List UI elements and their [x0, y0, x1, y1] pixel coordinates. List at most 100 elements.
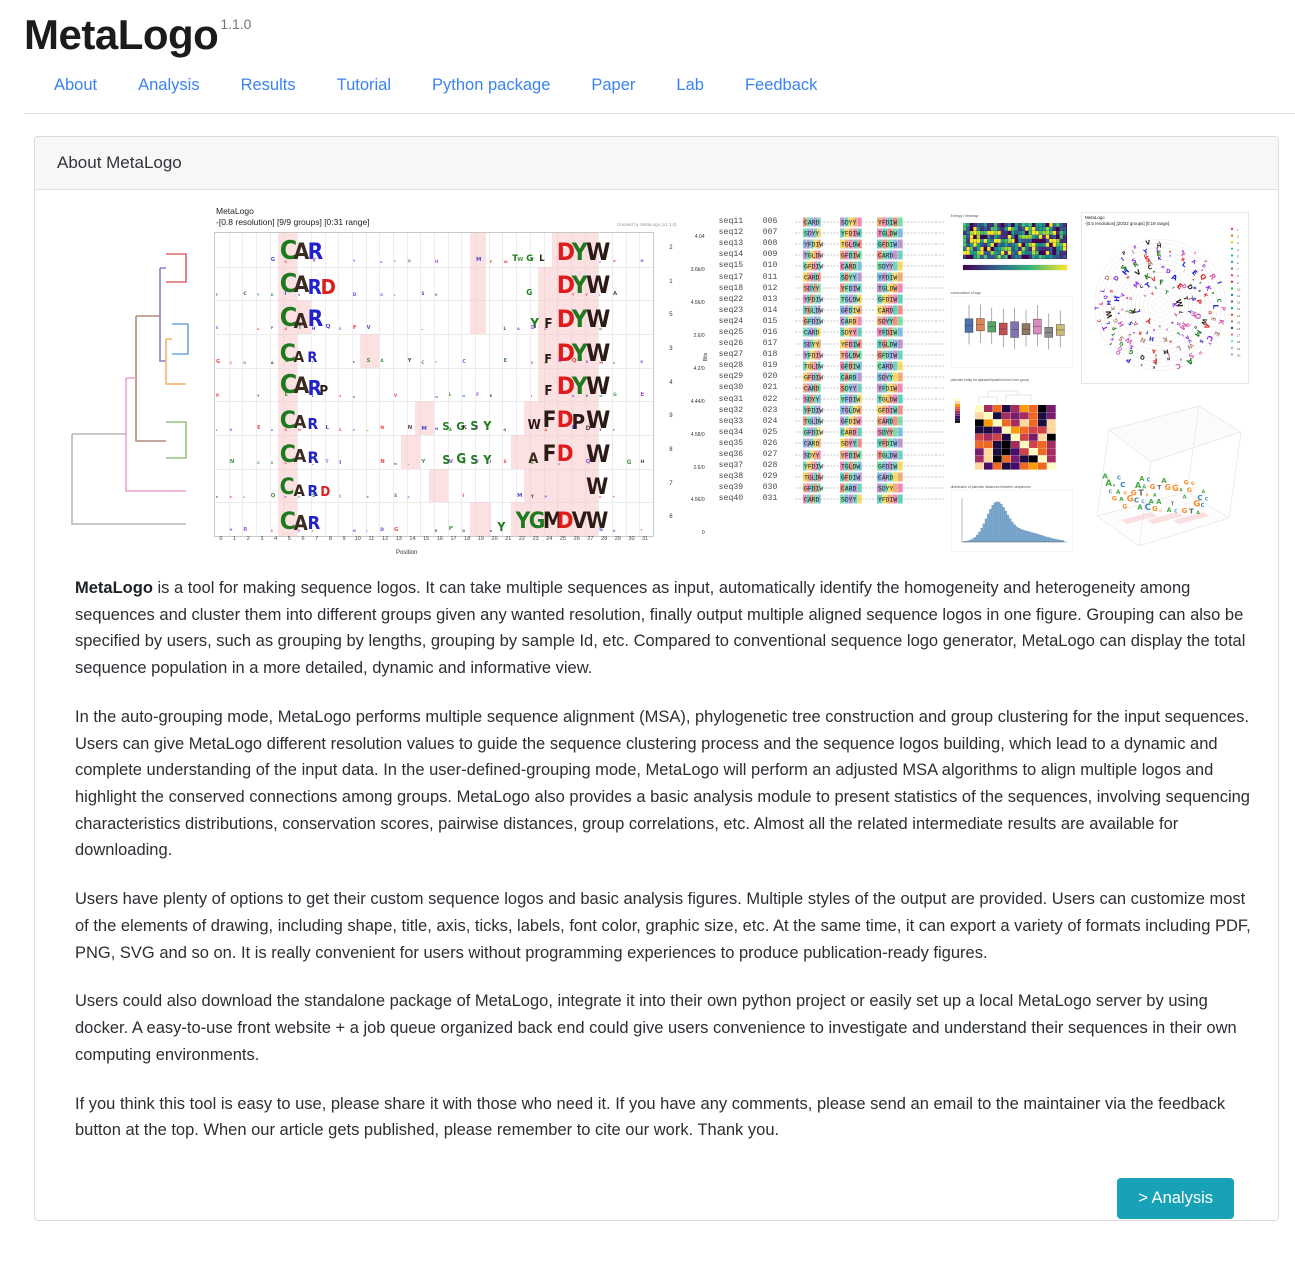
logo-letter-small: E [503, 359, 507, 364]
logo-letter-small: K [380, 294, 383, 298]
svg-text:C: C [1174, 508, 1177, 513]
logo-letter: W [586, 341, 610, 365]
msa-sequence-track: CARD SDYY YFDIW [795, 494, 945, 504]
svg-text:SDYY: SDYY [841, 441, 857, 448]
nav-paper[interactable]: Paper [591, 74, 635, 97]
svg-text:N: N [1169, 249, 1173, 253]
nav-about[interactable]: About [54, 74, 97, 97]
radial-logo-panel: MetaLogo -[0.5 resolution] [20/22 groups]… [1081, 212, 1249, 384]
logo-letter-small: G [284, 463, 286, 466]
msa-row: seq32 023 YFDIW TGLDW GFDIW [719, 405, 945, 416]
logo-gridline-v [338, 233, 339, 536]
msa-sequence-name: seq23 [719, 306, 763, 315]
svg-text:YFDIW: YFDIW [804, 463, 823, 470]
nav-analysis[interactable]: Analysis [138, 74, 199, 97]
svg-text:TGLDW: TGLDW [804, 419, 823, 426]
svg-text:R: R [1165, 327, 1169, 332]
svg-text:YFDIW: YFDIW [841, 230, 860, 237]
about-card: About MetaLogo MetaLogo -[0.8 resolution… [34, 136, 1279, 1221]
svg-text:C: C [1109, 489, 1113, 495]
logo-letter-small: A [271, 361, 274, 365]
logo-x-tick: 31 [642, 536, 648, 542]
dendrogram [64, 226, 204, 556]
heatmap-graphic [951, 219, 1073, 281]
svg-text:G: G [1150, 483, 1156, 491]
svg-text:SDYY: SDYY [841, 219, 857, 226]
svg-text:7: 7 [1237, 268, 1239, 272]
svg-text:L: L [1100, 288, 1107, 293]
go-to-analysis-button[interactable]: > Analysis [1117, 1178, 1234, 1219]
msa-sequence-index: 027 [763, 450, 795, 459]
logo-letter-small: H [435, 260, 438, 264]
logo-letter: Y [484, 420, 492, 432]
msa-row: seq23 014 TGLDW GFDIW CARD [719, 305, 945, 316]
three-d-logo-graphic: GACGGACGTAGAGCCAATGCCAGGTGAACCAACAAGTGGA… [1081, 388, 1249, 553]
msa-sequence-name: seq38 [719, 472, 763, 481]
logo-x-tick: 14 [409, 536, 415, 542]
svg-text:1: 1 [1237, 228, 1239, 232]
logo-gridline-v [270, 233, 271, 536]
svg-text:YFDIW: YFDIW [878, 386, 897, 393]
logo-letter-small: V [298, 497, 300, 500]
msa-sequence-track: CARD SDYY YFDIW [795, 438, 945, 448]
logo-letter-small: Y [545, 362, 547, 365]
logo-letter-small: D [353, 293, 356, 297]
nav-lab[interactable]: Lab [676, 74, 704, 97]
svg-text:YFDIW: YFDIW [841, 452, 860, 459]
svg-text:K: K [1152, 365, 1155, 369]
svg-text:P: P [1125, 355, 1133, 364]
msa-row: seq38 029 TGLDW GFDIW CARD [719, 471, 945, 482]
logo-letter-small: Y [257, 395, 259, 398]
msa-sequence-track: SDYY YFDIW TGLDW [795, 339, 945, 349]
svg-text:A: A [1202, 489, 1206, 495]
svg-text:A: A [1102, 471, 1108, 480]
svg-text:T: T [1164, 290, 1170, 297]
svg-text:19: 19 [1237, 347, 1241, 351]
logo-letter-small: E [298, 530, 300, 533]
logo-x-axis-ticks: 0 1 2 3 4 5 6 7 8 9 10 11 12 13 14 15 16 17 18 19 20 21 22 23 24… [214, 536, 654, 546]
svg-text:S: S [1154, 286, 1158, 291]
svg-text:K: K [1204, 285, 1212, 292]
msa-sequence-track: CARD SDYY YFDIW [795, 383, 945, 393]
nav-results[interactable]: Results [241, 74, 296, 97]
logo-letter-small: Y [599, 429, 601, 432]
logo-letter-small: G [380, 261, 382, 264]
logo-x-tick: 6 [301, 536, 304, 542]
svg-text:P: P [1219, 307, 1225, 311]
svg-text:C: C [1096, 319, 1102, 323]
pairwise-distance-histogram-panel: distribution of pairwise distances betwe… [951, 485, 1073, 557]
svg-text:F: F [1159, 278, 1164, 286]
nav-feedback[interactable]: Feedback [745, 74, 817, 97]
logo-letter-small: L [531, 396, 533, 399]
logo-y-tick: 0 [702, 530, 705, 536]
logo-letter-small: A [545, 429, 548, 432]
logo-x-tick: 30 [628, 536, 634, 542]
svg-text:SDYY: SDYY [878, 430, 894, 437]
logo-x-tick: 13 [396, 536, 402, 542]
main-navigation: About Analysis Results Tutorial Python packa… [24, 56, 1295, 114]
logo-letter: W [528, 419, 541, 432]
svg-text:A: A [1167, 507, 1172, 514]
svg-text:YFDIW: YFDIW [841, 286, 860, 293]
logo-x-tick: 20 [492, 536, 498, 542]
logo-letter-small: C [230, 362, 232, 365]
nav-tutorial[interactable]: Tutorial [337, 74, 391, 97]
logo-credit: Created by MetaLogo (v1.1.0) [617, 222, 677, 227]
logo-letter: F [543, 444, 557, 466]
msa-sequence-index: 018 [763, 350, 795, 359]
svg-text:TGLDW: TGLDW [841, 463, 860, 470]
logo-letter-small: V [531, 362, 533, 365]
msa-row: seq17 011 CARD SDYY YFDIW [719, 271, 945, 282]
svg-text:TGLDW: TGLDW [878, 286, 897, 293]
msa-sequence-track: SDYY YFDIW TGLDW [795, 283, 945, 293]
paragraph-4: Users could also download the standalone… [75, 988, 1252, 1068]
msa-row: seq13 008 YFDIW TGLDW GFDIW [719, 238, 945, 249]
nav-python-package[interactable]: Python package [432, 74, 550, 97]
svg-text:C: C [1174, 361, 1181, 370]
logo-letter-small: A [257, 328, 259, 331]
msa-sequence-index: 022 [763, 395, 795, 404]
svg-text:SDYY: SDYY [804, 452, 820, 459]
overview-figure: MetaLogo -[0.8 resolution] [9/9 groups] [… [64, 204, 1249, 559]
logo-letter: A [294, 448, 307, 466]
logo-x-tick: 16 [437, 536, 443, 542]
